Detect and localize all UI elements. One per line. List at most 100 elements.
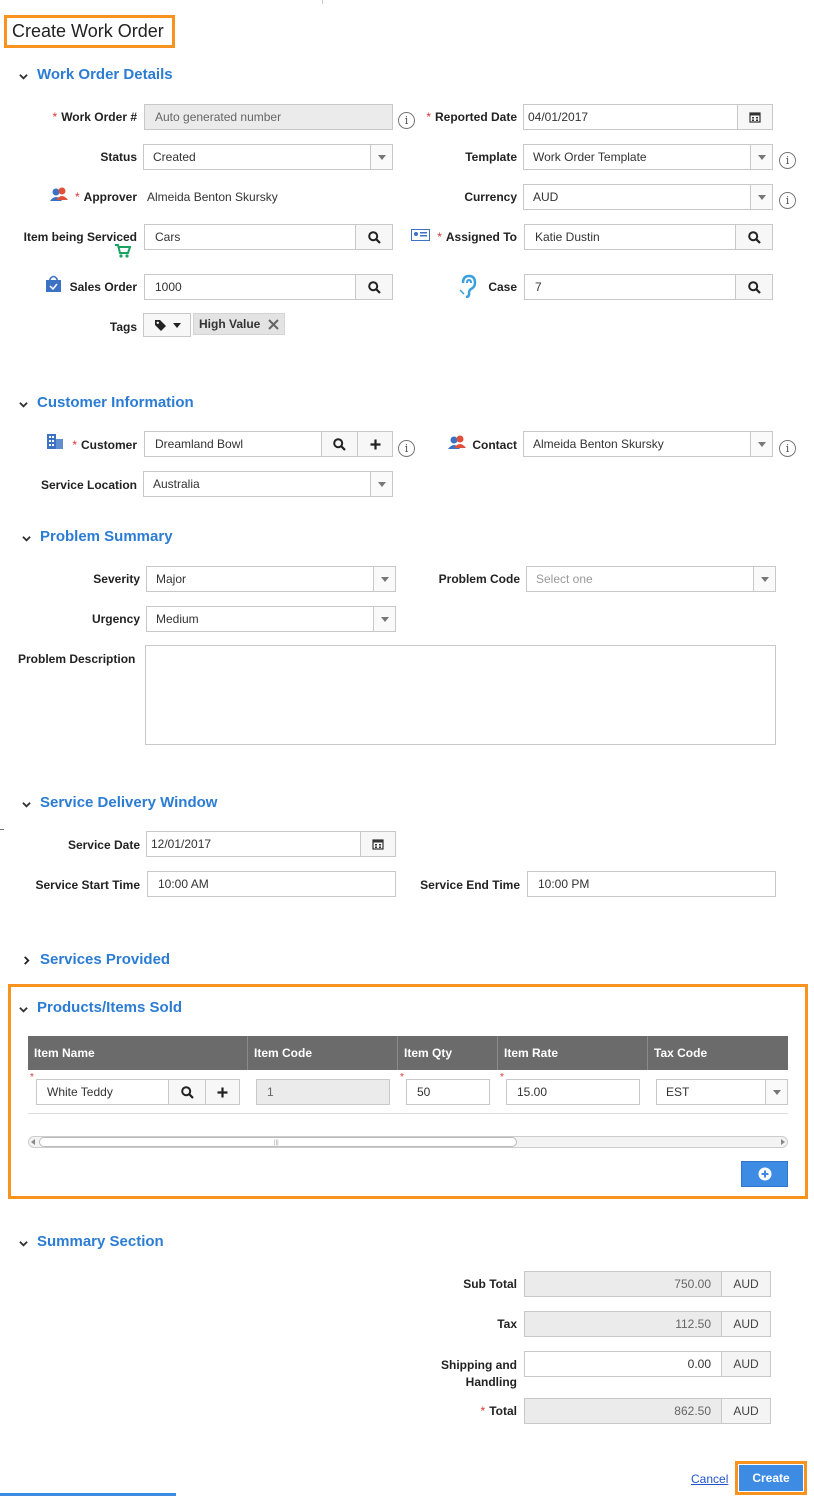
service-start-time-field[interactable]: 10:00 AM (147, 871, 396, 897)
section-summary[interactable]: Summary Section (37, 1233, 164, 1250)
service-date-field[interactable]: 12/01/2017 (146, 831, 361, 857)
add-item-button[interactable] (205, 1079, 240, 1105)
search-icon (367, 230, 381, 244)
calendar-button[interactable] (360, 831, 396, 857)
service-location-select[interactable]: Australia (143, 471, 393, 497)
add-row-button[interactable] (741, 1161, 788, 1187)
add-customer-button[interactable] (357, 431, 393, 457)
cart-icon (115, 244, 131, 258)
building-icon (47, 434, 63, 449)
tax-code-select[interactable]: EST (656, 1079, 788, 1105)
severity-select[interactable]: Major (146, 566, 396, 592)
chevron-right-icon[interactable] (22, 956, 31, 965)
item-rate-field[interactable]: 15.00 (506, 1079, 640, 1105)
chevron-down-icon (373, 567, 395, 591)
search-icon (367, 280, 381, 294)
section-services-provided[interactable]: Services Provided (40, 951, 170, 968)
item-code-field: 1 (256, 1079, 390, 1105)
top-divider (322, 0, 323, 4)
problem-description-label: Problem Description (18, 652, 136, 666)
section-work-order-details[interactable]: Work Order Details (37, 66, 173, 83)
sub-total-currency: AUD (721, 1271, 771, 1297)
products-table: Item Name Item Code Item Qty Item Rate T… (28, 1036, 788, 1114)
chevron-down-icon (765, 1080, 787, 1104)
contact-select[interactable]: Almeida Benton Skursky (523, 431, 773, 457)
column-header-item-name: Item Name (28, 1036, 248, 1070)
page-title: Create Work Order (12, 21, 164, 41)
table-row: * White Teddy 1 * 50 * 15.00 EST (28, 1070, 788, 1114)
total-field: 862.50 (524, 1398, 722, 1424)
search-button[interactable] (735, 274, 773, 300)
status-select[interactable]: Created (143, 144, 393, 170)
sub-total-label: Sub Total (463, 1277, 517, 1291)
tag-dropdown-button[interactable] (143, 313, 191, 337)
assigned-to-field[interactable]: Katie Dustin (524, 224, 736, 250)
chevron-down-icon (373, 607, 395, 631)
item-qty-field[interactable]: 50 (406, 1079, 490, 1105)
scroll-right-arrow[interactable] (781, 1139, 785, 1145)
approver-value: Almeida Benton Skursky (147, 190, 278, 204)
calendar-icon (749, 112, 761, 123)
chevron-down-icon[interactable] (19, 400, 28, 409)
search-button[interactable] (168, 1079, 206, 1105)
info-icon[interactable]: i (398, 112, 415, 129)
search-button[interactable] (355, 274, 393, 300)
column-header-item-code: Item Code (248, 1036, 398, 1070)
column-header-item-rate: Item Rate (498, 1036, 648, 1070)
item-name-field[interactable]: White Teddy (36, 1079, 169, 1105)
scroll-left-arrow[interactable] (31, 1139, 35, 1145)
section-service-delivery-window[interactable]: Service Delivery Window (40, 794, 217, 811)
item-serviced-label: Item being Serviced (23, 230, 137, 244)
info-icon[interactable]: i (779, 152, 796, 169)
sub-total-field: 750.00 (524, 1271, 722, 1297)
chevron-down-icon (750, 145, 772, 169)
info-icon[interactable]: i (779, 192, 796, 209)
info-icon[interactable]: i (398, 440, 415, 457)
section-problem-summary[interactable]: Problem Summary (40, 528, 173, 545)
search-button[interactable] (321, 431, 358, 457)
column-header-tax-code: Tax Code (654, 1046, 708, 1060)
chevron-down-icon[interactable] (22, 800, 31, 809)
currency-select[interactable]: AUD (523, 184, 773, 210)
close-icon[interactable] (268, 319, 279, 330)
calendar-button[interactable] (737, 104, 773, 130)
chevron-down-icon[interactable] (19, 72, 28, 81)
contact-value: Almeida Benton Skursky (533, 437, 664, 451)
section-products-items-sold[interactable]: Products/Items Sold (37, 999, 182, 1016)
create-button[interactable]: Create (739, 1465, 803, 1491)
horizontal-scrollbar[interactable]: ||| (28, 1136, 788, 1148)
problem-description-textarea[interactable] (145, 645, 776, 745)
chevron-down-icon[interactable] (19, 1005, 28, 1014)
chevron-down-icon[interactable] (19, 1239, 28, 1248)
search-button[interactable] (355, 224, 393, 250)
reported-date-field[interactable]: 04/01/2017 (523, 104, 738, 130)
status-value: Created (153, 150, 196, 164)
tag-label: High Value (199, 317, 261, 331)
search-button[interactable] (735, 224, 773, 250)
currency-label: Currency (464, 190, 517, 204)
tag-chip: High Value (193, 313, 285, 335)
chevron-down-icon[interactable] (22, 534, 31, 543)
search-icon (333, 437, 346, 451)
problem-code-select[interactable]: Select one (526, 566, 776, 592)
chevron-down-icon (753, 567, 775, 591)
service-end-time-field[interactable]: 10:00 PM (527, 871, 776, 897)
service-start-time-label: Service Start Time (35, 878, 140, 892)
info-icon[interactable]: i (779, 440, 796, 457)
chevron-down-icon (370, 145, 392, 169)
template-label: Template (465, 150, 517, 164)
section-customer-information[interactable]: Customer Information (37, 394, 194, 411)
item-serviced-field[interactable]: Cars (144, 224, 356, 250)
case-field[interactable]: 7 (524, 274, 736, 300)
shipping-field[interactable]: 0.00 (524, 1351, 722, 1377)
cancel-link[interactable]: Cancel (691, 1472, 728, 1486)
plus-circle-icon (758, 1167, 771, 1181)
scrollbar-thumb[interactable]: ||| (39, 1137, 517, 1147)
sales-order-field[interactable]: 1000 (144, 274, 356, 300)
customer-field[interactable]: Dreamland Bowl (144, 431, 322, 457)
reported-date-label: * Reported Date (426, 110, 517, 124)
template-select[interactable]: Work Order Template (523, 144, 773, 170)
assigned-to-label: * Assigned To (437, 230, 517, 244)
urgency-select[interactable]: Medium (146, 606, 396, 632)
total-currency: AUD (721, 1398, 771, 1424)
